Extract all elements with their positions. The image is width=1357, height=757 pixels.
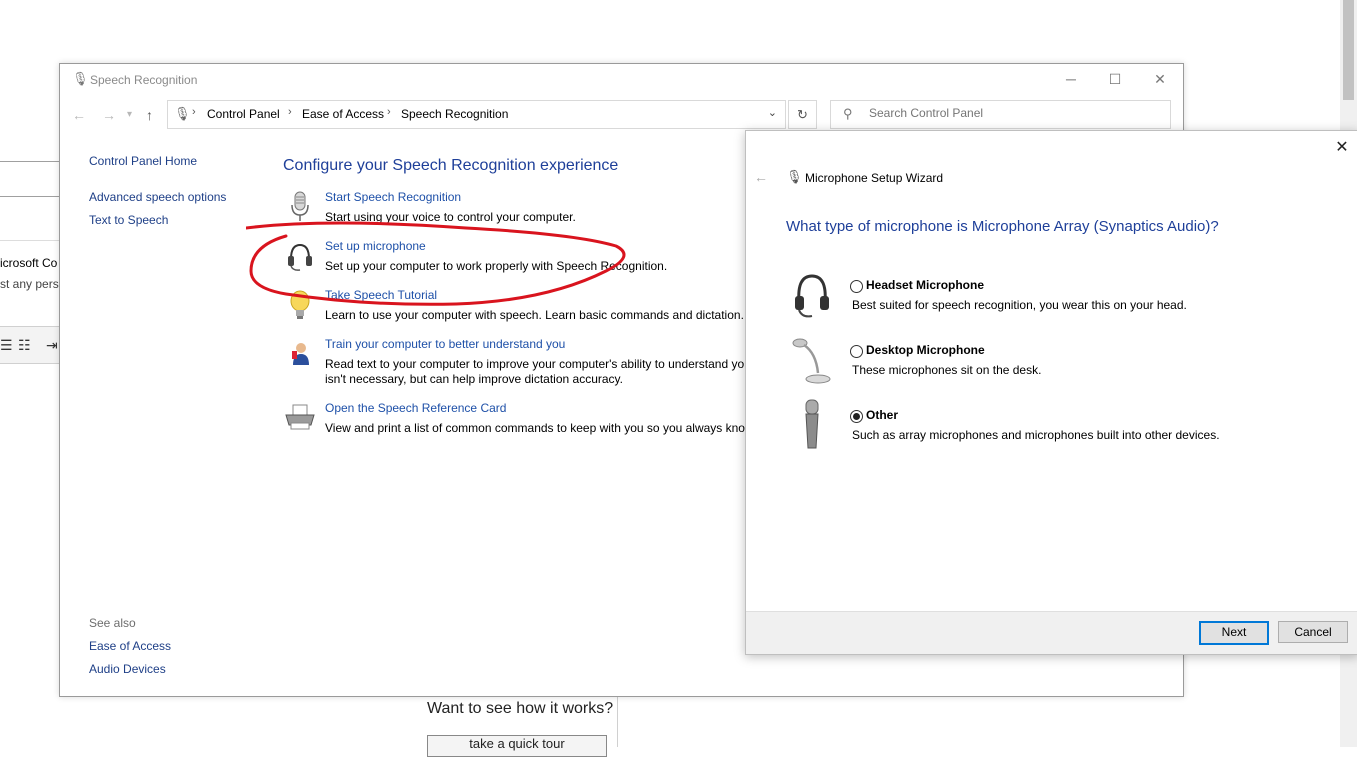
indent-icon[interactable]: ⇥	[46, 337, 58, 354]
option-description: Best suited for speech recognition, you …	[852, 298, 1187, 312]
background-text: st any pers	[0, 277, 59, 291]
option-description: Such as array microphones and microphone…	[852, 428, 1220, 442]
breadcrumb-speech-recognition[interactable]: Speech Recognition	[401, 107, 508, 121]
title-bar[interactable]: 🎙 Speech Recognition ─ ☐ ✕	[60, 64, 1183, 94]
chevron-right-icon[interactable]: ›	[192, 106, 196, 118]
up-arrow-icon[interactable]: ↑	[146, 107, 153, 123]
handheld-microphone-icon	[805, 399, 819, 449]
tour-button[interactable]: take a quick tour	[427, 735, 607, 757]
list-icon[interactable]: ☰	[0, 337, 13, 354]
wizard-footer: Next Cancel	[746, 611, 1357, 654]
back-arrow-icon[interactable]: ←	[754, 169, 768, 185]
tour-prompt: Want to see how it works?	[427, 700, 614, 717]
user-train-icon	[292, 343, 309, 365]
chevron-right-icon[interactable]: ›	[288, 106, 292, 118]
background-divider	[617, 697, 618, 747]
set-up-microphone-link[interactable]: Set up microphone	[325, 239, 426, 253]
option-description: These microphones sit on the desk.	[852, 363, 1042, 377]
open-reference-card-link[interactable]: Open the Speech Reference Card	[325, 401, 506, 415]
desktop-radio[interactable]	[850, 345, 863, 358]
background-scrollbar-thumb[interactable]	[1343, 0, 1354, 100]
background-text: icrosoft Co	[0, 256, 58, 270]
headset-icon	[795, 274, 829, 318]
search-box[interactable]: ⚲	[830, 100, 1171, 129]
option-other-microphone[interactable]: Other Such as array microphones and micr…	[786, 398, 1326, 458]
minimize-button[interactable]: ─	[1048, 68, 1094, 90]
option-label[interactable]: Other	[866, 408, 898, 422]
headset-radio[interactable]	[850, 280, 863, 293]
option-label[interactable]: Desktop Microphone	[866, 343, 985, 357]
start-speech-recognition-link[interactable]: Start Speech Recognition	[325, 190, 461, 204]
numbered-list-icon[interactable]: ☷	[18, 337, 31, 354]
cancel-button[interactable]: Cancel	[1278, 621, 1348, 643]
lightbulb-icon	[290, 290, 310, 319]
background-divider	[0, 161, 60, 162]
microphone-icon: 🎙	[174, 106, 191, 121]
chevron-down-icon[interactable]: ⌄	[768, 106, 777, 119]
see-also-ease-of-access[interactable]: Ease of Access	[89, 639, 171, 653]
microphone-icon	[291, 191, 309, 221]
breadcrumb-control-panel[interactable]: Control Panel	[207, 107, 280, 121]
background-divider	[0, 240, 60, 241]
chevron-right-icon[interactable]: ›	[387, 106, 391, 118]
window-title: Speech Recognition	[90, 73, 198, 87]
option-headset-microphone[interactable]: Headset Microphone Best suited for speec…	[786, 268, 1326, 328]
search-icon: ⚲	[843, 106, 853, 121]
wizard-title: Microphone Setup Wizard	[805, 171, 944, 185]
wizard-question: What type of microphone is Microphone Ar…	[786, 218, 1219, 235]
breadcrumb-ease-of-access[interactable]: Ease of Access	[302, 107, 384, 121]
address-bar[interactable]: 🎙 › Control Panel › Ease of Access › Spe…	[167, 100, 786, 129]
other-radio[interactable]	[850, 410, 863, 423]
page-title: Configure your Speech Recognition experi…	[283, 157, 619, 174]
take-speech-tutorial-link[interactable]: Take Speech Tutorial	[325, 288, 437, 302]
see-also-audio-devices[interactable]: Audio Devices	[89, 662, 166, 676]
sidebar-home-link[interactable]: Control Panel Home	[89, 154, 197, 168]
maximize-button[interactable]: ☐	[1092, 68, 1138, 90]
option-desktop-microphone[interactable]: Desktop Microphone These microphones sit…	[786, 333, 1326, 393]
address-row: ← → ▾ ↑ 🎙 › Control Panel › Ease of Acce…	[60, 99, 1183, 131]
option-label[interactable]: Headset Microphone	[866, 278, 984, 292]
see-also-label: See also	[89, 616, 136, 630]
back-arrow-icon[interactable]: ←	[72, 107, 86, 123]
microphone-icon: 🎙	[72, 71, 89, 86]
sidebar-text-to-speech[interactable]: Text to Speech	[89, 213, 168, 227]
headset-icon	[288, 243, 312, 271]
printer-icon	[285, 404, 315, 430]
search-input[interactable]	[869, 106, 1159, 120]
forward-arrow-icon[interactable]: →	[102, 107, 116, 123]
refresh-icon: ↻	[797, 107, 808, 122]
task-description-line: Read text to your computer to improve yo…	[325, 357, 745, 371]
next-button[interactable]: Next	[1199, 621, 1269, 645]
microphone-setup-wizard: ✕ ← 🎙 Microphone Setup Wizard What type …	[745, 130, 1357, 655]
sidebar-advanced-speech-options[interactable]: Advanced speech options	[89, 190, 226, 204]
train-computer-link[interactable]: Train your computer to better understand…	[325, 337, 565, 351]
close-button[interactable]: ✕	[1137, 68, 1183, 90]
refresh-button[interactable]: ↻	[788, 100, 817, 129]
desktop-microphone-icon	[792, 338, 831, 384]
background-toolbar: ☰ ☷ ⇥	[0, 326, 62, 364]
background-divider	[0, 196, 60, 197]
task-description-line: isn't necessary, but can help improve di…	[325, 372, 623, 386]
microphone-icon: 🎙	[786, 169, 803, 184]
close-icon[interactable]: ✕	[1332, 137, 1352, 157]
recent-locations-icon[interactable]: ▾	[127, 109, 132, 120]
